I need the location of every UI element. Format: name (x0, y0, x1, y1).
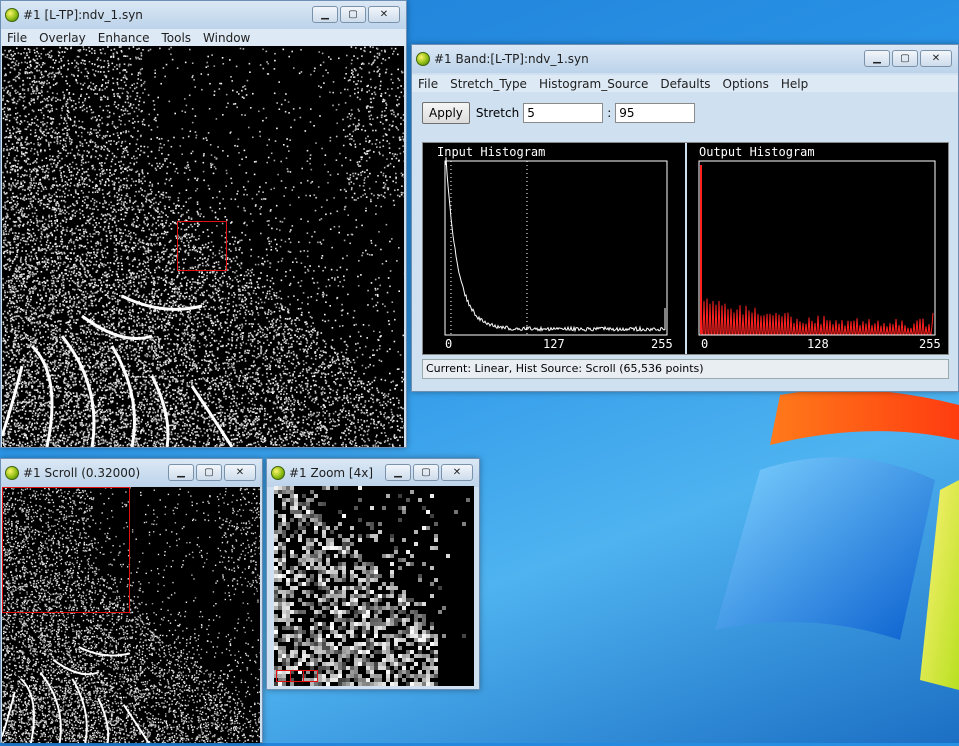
input-tick-mid: 127 (543, 337, 565, 351)
stretch-toolbar: Apply Stretch : (422, 102, 695, 124)
zoom-image (274, 486, 474, 686)
input-tick-max: 255 (651, 337, 673, 351)
window-title: #1 Band:[L-TP]:ndv_1.syn (434, 52, 589, 66)
menu-window[interactable]: Window (197, 31, 256, 45)
apply-button[interactable]: Apply (422, 102, 470, 124)
window-title: #1 Zoom [4x] (289, 466, 373, 480)
output-tick-min: 0 (701, 337, 708, 351)
output-tick-max: 255 (919, 337, 941, 351)
menu-help[interactable]: Help (775, 77, 814, 91)
minimize-button[interactable]: ▁ (385, 464, 411, 481)
minimize-button[interactable]: ▁ (168, 464, 194, 481)
close-button[interactable]: ✕ (920, 50, 952, 67)
window-title: #1 [L-TP]:ndv_1.syn (23, 8, 143, 22)
image-window[interactable]: #1 [L-TP]:ndv_1.syn ▁ ▢ ✕ File Overlay E… (0, 0, 407, 448)
input-tick-min: 0 (445, 337, 452, 351)
zoom-window[interactable]: #1 Zoom [4x] ▁ ▢ ✕ (266, 458, 480, 690)
menu-file[interactable]: File (1, 31, 33, 45)
envi-globe-icon (5, 8, 19, 22)
scroll-window[interactable]: #1 Scroll (0.32000) ▁ ▢ ✕ (0, 458, 263, 743)
envi-globe-icon (5, 466, 19, 480)
output-histogram-plot (687, 143, 948, 354)
envi-globe-icon (271, 466, 285, 480)
image-display[interactable] (2, 46, 404, 447)
status-bar: Current: Linear, Hist Source: Scroll (65… (422, 359, 949, 379)
histogram-area: Input Histogram 0 127 255 Output Histogr… (422, 142, 949, 355)
menu-file[interactable]: File (412, 77, 444, 91)
stretch-min-input[interactable] (523, 103, 603, 123)
envi-globe-icon (416, 52, 430, 66)
output-histogram-panel[interactable]: Output Histogram 0 128 255 (687, 143, 948, 354)
scroll-image-display[interactable] (2, 487, 260, 743)
maximize-button[interactable]: ▢ (413, 464, 439, 481)
menu-tools[interactable]: Tools (155, 31, 197, 45)
stretch-label: Stretch (476, 106, 519, 120)
input-histogram-plot (423, 143, 685, 354)
band-stretch-window[interactable]: #1 Band:[L-TP]:ndv_1.syn ▁ ▢ ✕ File Stre… (411, 44, 959, 392)
image-window-titlebar[interactable]: #1 [L-TP]:ndv_1.syn ▁ ▢ ✕ (1, 1, 406, 29)
menu-stretch-type[interactable]: Stretch_Type (444, 77, 533, 91)
minimize-button[interactable]: ▁ (864, 50, 890, 67)
window-title: #1 Scroll (0.32000) (23, 466, 140, 480)
zoom-image-display[interactable] (274, 486, 474, 686)
input-histogram-panel[interactable]: Input Histogram 0 127 255 (423, 143, 687, 354)
output-tick-mid: 128 (807, 337, 829, 351)
menu-defaults[interactable]: Defaults (654, 77, 716, 91)
zoom-controls-icon[interactable] (276, 670, 318, 682)
image-menubar: File Overlay Enhance Tools Window (1, 29, 406, 46)
menu-options[interactable]: Options (717, 77, 775, 91)
maximize-button[interactable]: ▢ (196, 464, 222, 481)
minimize-button[interactable]: ▁ (312, 6, 338, 23)
maximize-button[interactable]: ▢ (892, 50, 918, 67)
close-button[interactable]: ✕ (441, 464, 473, 481)
band-menubar: File Stretch_Type Histogram_Source Defau… (412, 75, 958, 92)
close-button[interactable]: ✕ (224, 464, 256, 481)
menu-enhance[interactable]: Enhance (92, 31, 156, 45)
scroll-view-box[interactable] (2, 487, 130, 613)
band-window-titlebar[interactable]: #1 Band:[L-TP]:ndv_1.syn ▁ ▢ ✕ (412, 45, 958, 73)
stretch-max-input[interactable] (615, 103, 695, 123)
stretch-separator: : (607, 106, 611, 120)
menu-overlay[interactable]: Overlay (33, 31, 92, 45)
scroll-window-titlebar[interactable]: #1 Scroll (0.32000) ▁ ▢ ✕ (1, 459, 262, 487)
close-button[interactable]: ✕ (368, 6, 400, 23)
zoom-region-box[interactable] (177, 221, 227, 271)
zoom-window-titlebar[interactable]: #1 Zoom [4x] ▁ ▢ ✕ (267, 459, 479, 487)
menu-histogram-source[interactable]: Histogram_Source (533, 77, 654, 91)
maximize-button[interactable]: ▢ (340, 6, 366, 23)
